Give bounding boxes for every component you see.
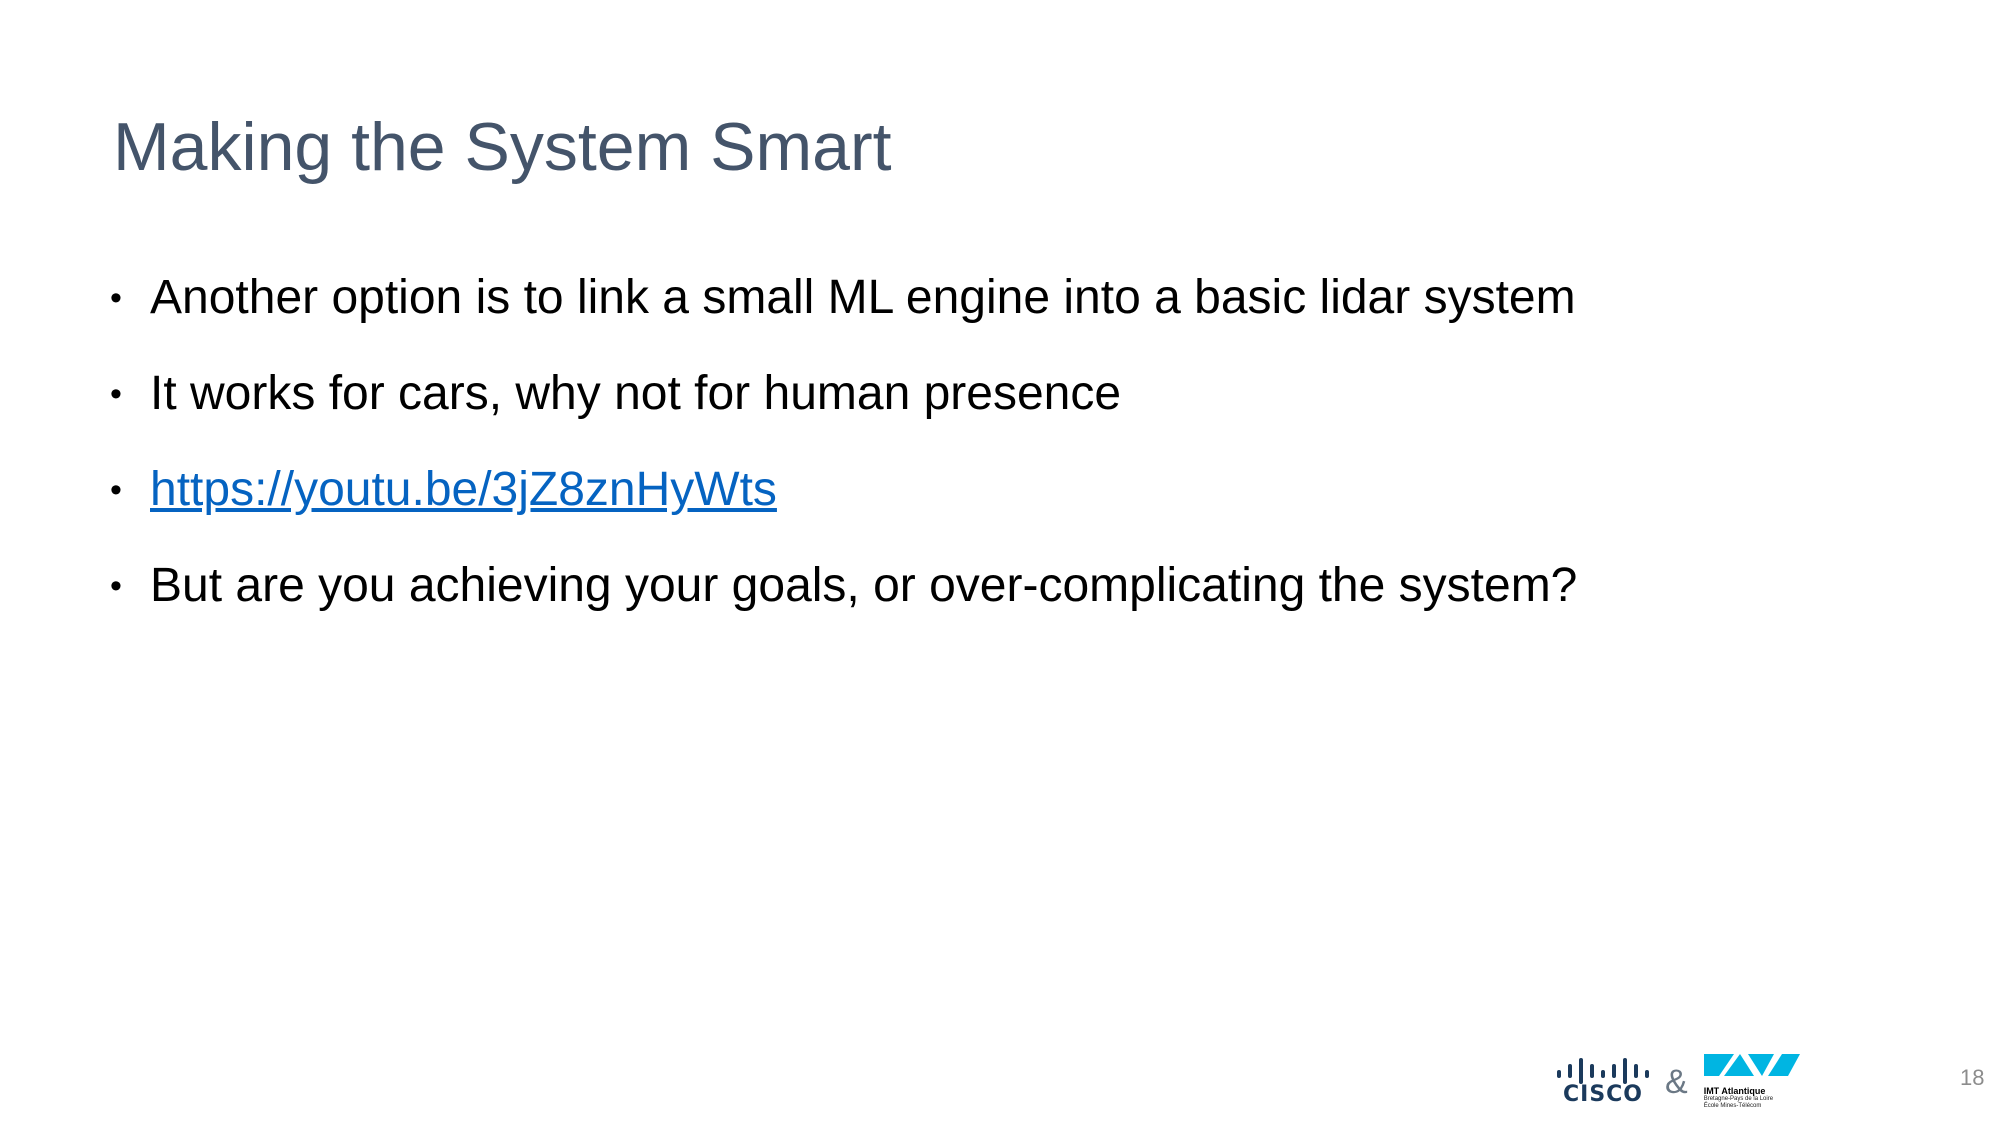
cisco-bars-icon [1557,1058,1649,1084]
bullet-item: • But are you achieving your goals, or o… [110,558,1910,654]
imt-logo-icon [1703,1054,1800,1076]
slide: Making the System Smart • Another option… [0,0,2000,1125]
bullet-marker: • [110,567,122,605]
imt-name: IMT Atlantique [1703,1086,1766,1096]
slide-title: Making the System Smart [113,109,892,185]
cisco-wordmark: CISCO [1562,1082,1644,1107]
bullet-list: • Another option is to link a small ML e… [110,270,1910,654]
cisco-logo: CISCO [1555,1058,1651,1106]
imt-subtitle-1: Bretagne-Pays de la Loire [1703,1096,1774,1102]
bullet-text: It works for cars, why not for human pre… [150,367,1122,420]
bullet-marker: • [110,279,122,317]
bullet-text: But are you achieving your goals, or ove… [150,559,1578,612]
youtube-link[interactable]: https://youtu.be/3jZ8znHyWts [150,462,777,518]
bullet-marker: • [110,375,122,413]
bullet-text: Another option is to link a small ML eng… [150,271,1576,324]
imt-logo: IMT Atlantique Bretagne-Pays de la Loire… [1703,1054,1804,1110]
imt-subtitle-2: École Mines-Télécom [1703,1103,1762,1109]
ampersand: & [1665,1062,1688,1101]
bullet-item: • It works for cars, why not for human p… [110,366,1910,462]
bullet-marker: • [110,471,122,509]
page-number: 18 [1960,1065,1985,1090]
bullet-item: • Another option is to link a small ML e… [110,270,1910,366]
bullet-item: • https://youtu.be/3jZ8znHyWts [110,462,1910,558]
footer-logos: CISCO & IMT Atlantique Bretagne-Pays de … [1555,1052,1804,1112]
